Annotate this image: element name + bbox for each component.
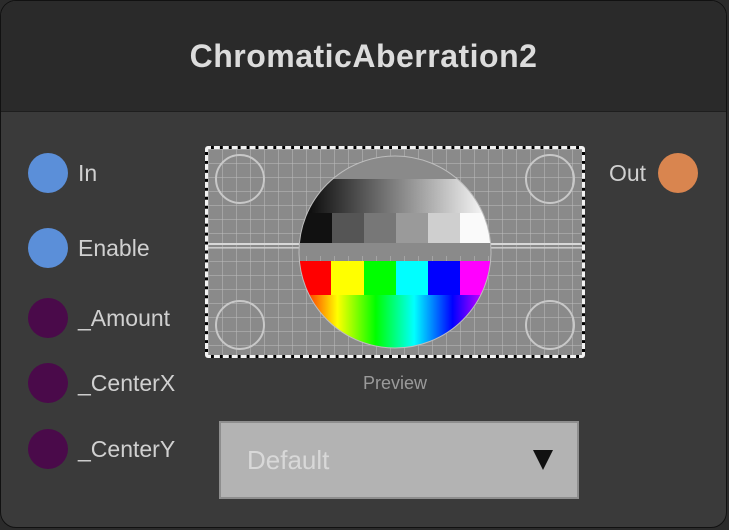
port-connector-icon[interactable] (28, 363, 68, 403)
port-label: Enable (78, 234, 150, 261)
shader-node[interactable]: ChromaticAberration2 In Enable _Amount _… (0, 0, 727, 528)
input-port-enable[interactable]: Enable (28, 228, 150, 268)
port-label: _CenterY (78, 435, 176, 462)
input-port-amount[interactable]: _Amount (28, 298, 170, 338)
port-connector-icon[interactable] (28, 429, 68, 469)
triangle-down-icon (533, 450, 553, 470)
node-header[interactable]: ChromaticAberration2 (1, 1, 726, 112)
output-port-out[interactable]: Out (609, 153, 699, 193)
preview-caption: Preview (362, 373, 428, 393)
input-port-centerx[interactable]: _CenterX (28, 363, 175, 403)
input-port-centery[interactable]: _CenterY (28, 429, 175, 469)
dropdown-value: Default (247, 444, 330, 475)
port-label: _CenterX (78, 369, 176, 396)
input-port-in[interactable]: In (28, 153, 97, 193)
node-title: ChromaticAberration2 (189, 37, 538, 74)
preview-image (205, 146, 585, 358)
test-pattern-image (208, 149, 582, 355)
port-connector-icon[interactable] (28, 298, 68, 338)
port-label: Out (609, 159, 647, 186)
port-label: In (78, 159, 98, 186)
port-connector-icon[interactable] (28, 228, 68, 268)
port-connector-icon[interactable] (658, 153, 699, 193)
port-connector-icon[interactable] (28, 153, 68, 193)
port-label: _Amount (78, 304, 171, 331)
mode-dropdown[interactable]: Default (219, 421, 579, 499)
